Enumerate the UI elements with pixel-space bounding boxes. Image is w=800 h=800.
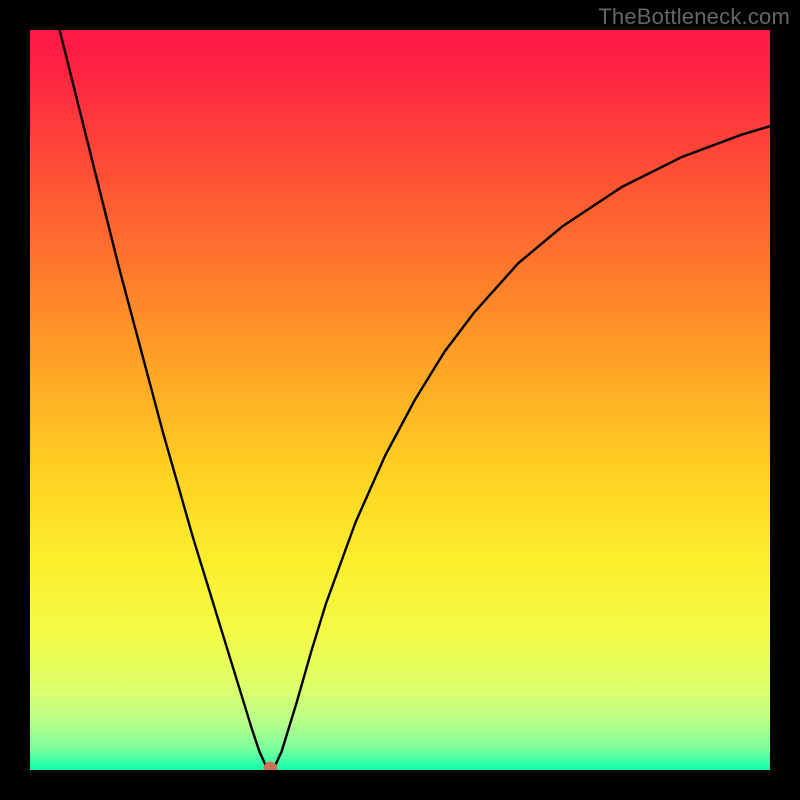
plot-svg [30, 30, 770, 770]
chart-frame: TheBottleneck.com [0, 0, 800, 800]
plot-area [30, 30, 770, 770]
chart-background [30, 30, 770, 770]
watermark-text: TheBottleneck.com [598, 4, 790, 30]
